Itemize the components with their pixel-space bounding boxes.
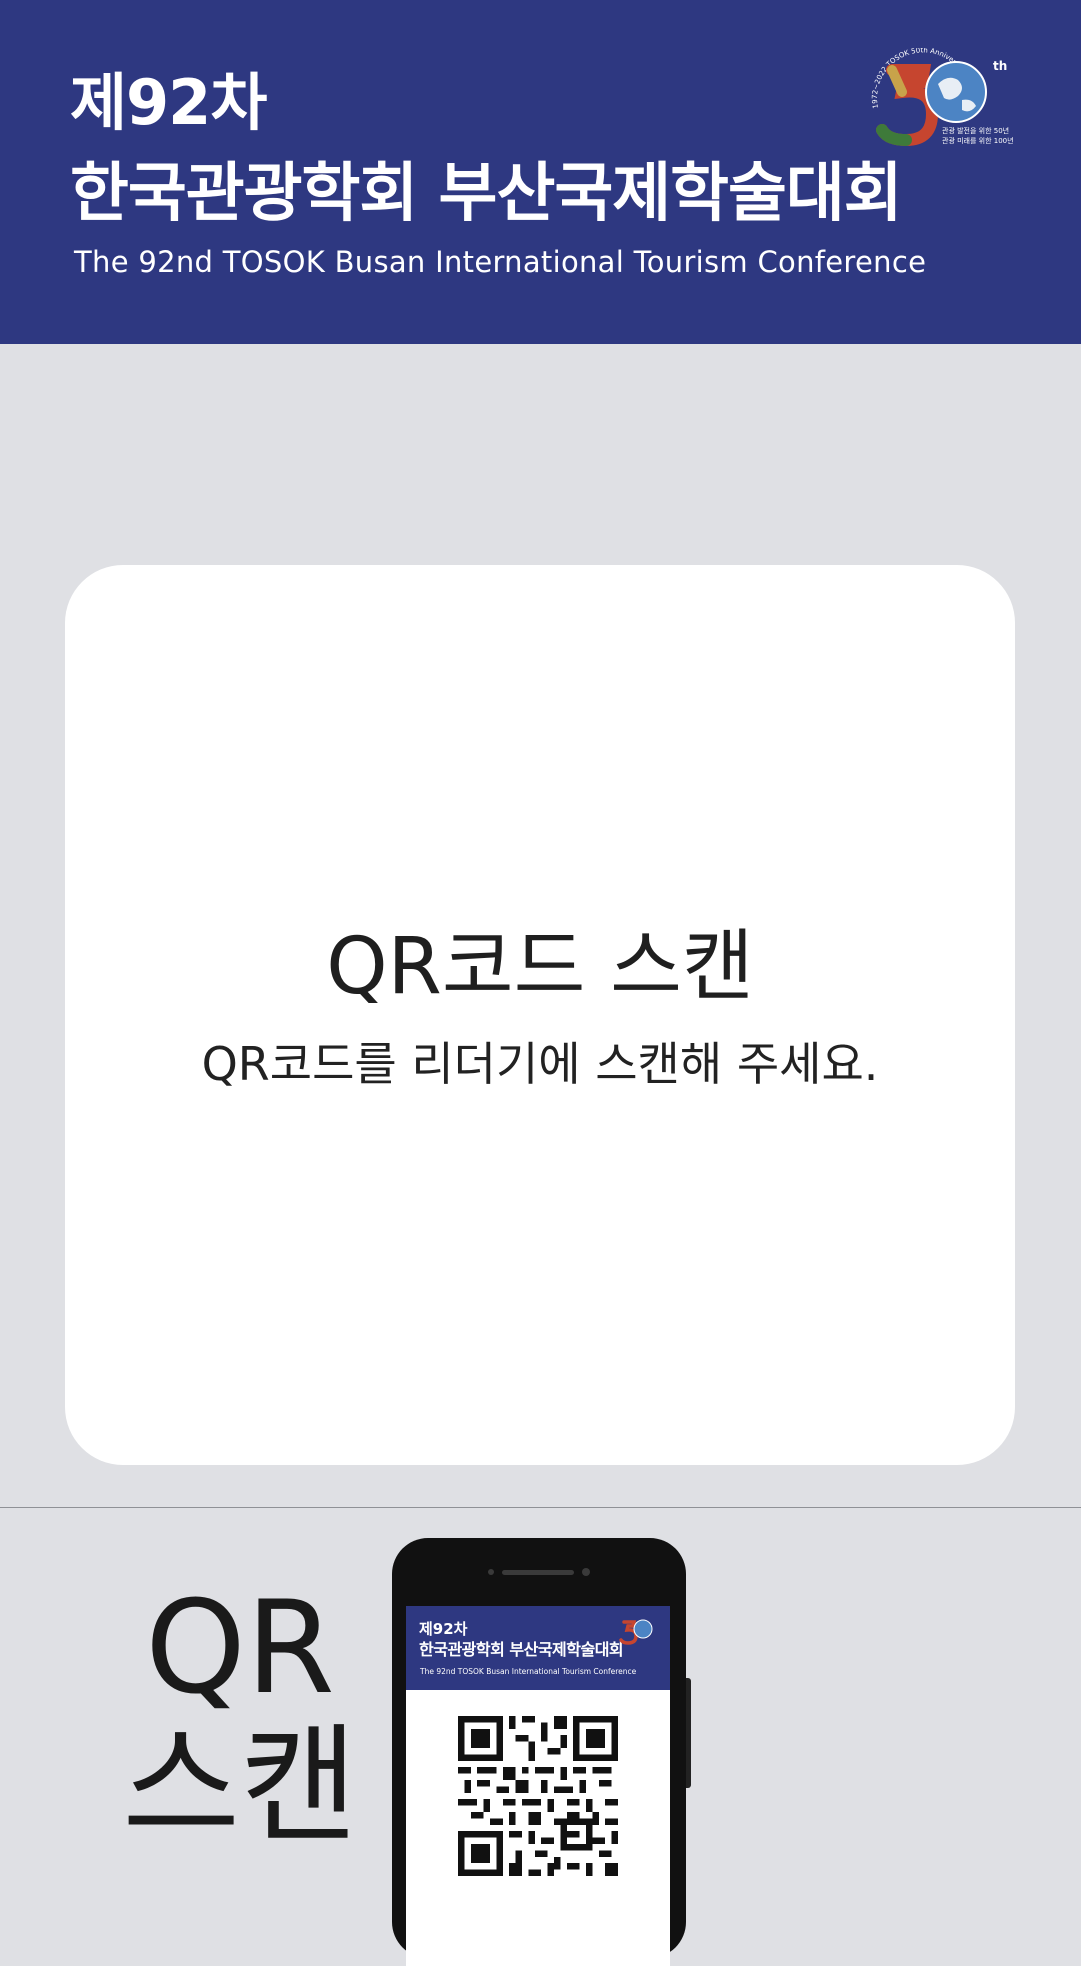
qr-scan-big-label: QR 스캔 <box>120 1574 360 1862</box>
conference-title-ko: 한국관광학회 부산국제학술대회 <box>70 157 903 231</box>
big-label-scan: 스캔 <box>122 1712 358 1862</box>
scan-instruction: QR코드를 리더기에 스캔해 주세요. <box>201 1037 879 1091</box>
50th-anniversary-logo: 1972~2022 TOSOK 50th Anniversary th 관광 발… <box>862 48 1014 147</box>
qr-code-image <box>458 1716 618 1876</box>
phone-title-en: The 92nd TOSOK Busan International Touri… <box>420 1667 637 1676</box>
logo-tagline-2: 관광 미래를 위한 100년 <box>942 136 1014 145</box>
conference-title-en: The 92nd TOSOK Busan International Touri… <box>74 245 927 279</box>
phone-sensor <box>488 1569 494 1575</box>
phone-edition-label: 제92차 <box>419 1620 468 1638</box>
section-divider <box>0 1507 1081 1508</box>
conference-header: 제92차 한국관광학회 부산국제학술대회 The 92nd TOSOK Busa… <box>0 0 1081 344</box>
big-label-qr: QR <box>145 1574 335 1723</box>
phone-screen: 제92차 한국관광학회 부산국제학술대회 The 92nd TOSOK Busa… <box>406 1606 670 1966</box>
phone-illustration: 제92차 한국관광학회 부산국제학술대회 The 92nd TOSOK Busa… <box>392 1538 691 1966</box>
phone-speaker <box>502 1570 574 1575</box>
phone-screen-header: 제92차 한국관광학회 부산국제학술대회 The 92nd TOSOK Busa… <box>406 1606 670 1690</box>
qr-scan-card: QR코드 스캔 QR코드를 리더기에 스캔해 주세요. <box>65 565 1015 1465</box>
phone-logo-icon <box>619 1619 653 1645</box>
scan-title: QR코드 스캔 <box>326 922 754 1012</box>
phone-side-button <box>686 1678 691 1788</box>
phone-camera <box>582 1568 590 1576</box>
logo-tagline-1: 관광 발전을 위한 50년 <box>942 126 1009 135</box>
phone-title-ko: 한국관광학회 부산국제학술대회 <box>419 1640 624 1659</box>
edition-label: 제92차 <box>70 66 267 139</box>
logo-superscript: th <box>993 59 1007 73</box>
